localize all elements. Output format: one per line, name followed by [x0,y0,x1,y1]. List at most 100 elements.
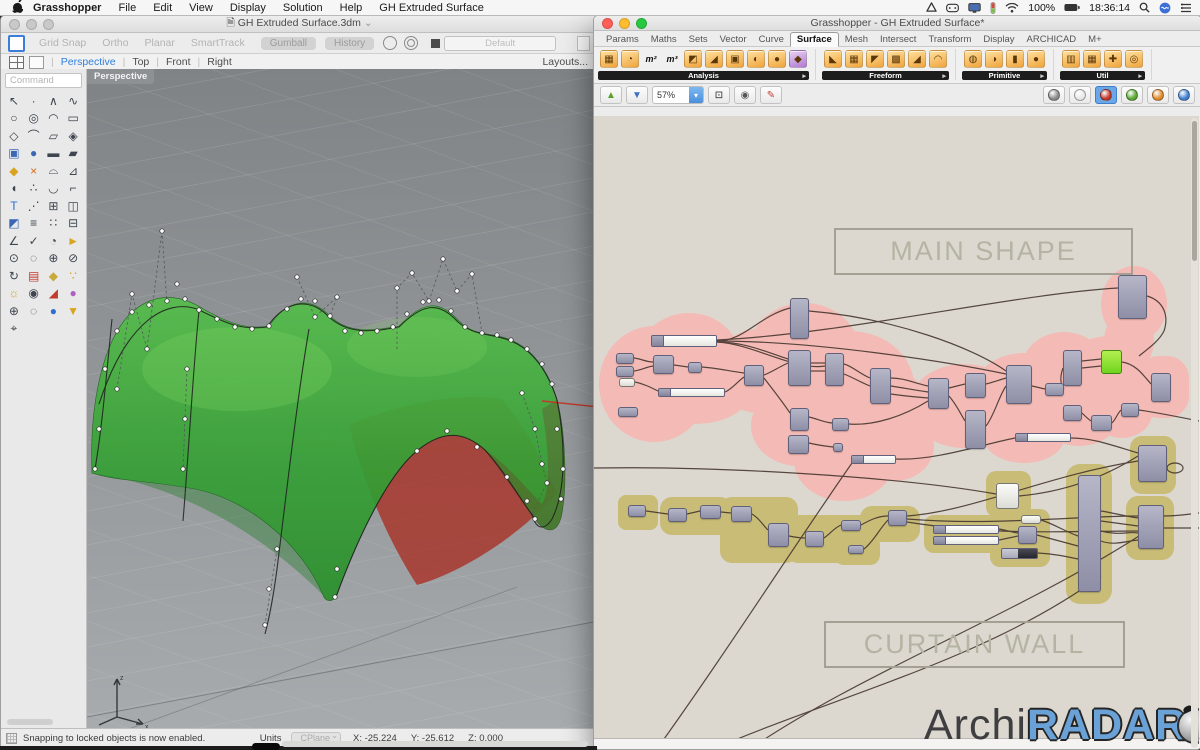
component[interactable] [731,506,752,522]
menu-file[interactable]: File [118,2,136,14]
control-point[interactable] [285,307,289,311]
tool-chamfer[interactable]: ⌐ [63,180,83,198]
component[interactable] [688,362,702,373]
tool-ellipse[interactable]: ◎ [24,110,44,128]
zoom-extents-button[interactable]: ⊡ [708,86,730,104]
viewport-tab-front[interactable]: Front [166,56,191,68]
control-point[interactable] [181,467,185,471]
control-point[interactable] [550,382,554,386]
component[interactable] [1045,383,1064,396]
gh-component-extrude-icon[interactable]: ◣ [824,50,842,68]
control-point[interactable] [415,449,419,453]
toggle-smarttrack[interactable]: SmartTrack [191,37,245,49]
notification-center-icon[interactable] [1180,3,1192,13]
control-point[interactable] [359,331,363,335]
render-preview-button[interactable] [1147,86,1169,104]
tool-boolean-union[interactable]: ◆ [4,162,24,180]
tool-point-cloud[interactable]: ⋰ [24,197,44,215]
component[interactable] [965,373,986,398]
menu-edit[interactable]: Edit [153,2,172,14]
control-point[interactable] [145,347,149,351]
component[interactable] [668,508,687,522]
control-point[interactable] [147,303,151,307]
component[interactable] [870,368,891,404]
control-point[interactable] [275,547,279,551]
component[interactable] [1063,405,1082,421]
tool-trim[interactable]: ⌓ [44,162,64,180]
control-point[interactable] [437,298,441,302]
tool-split[interactable]: ⊿ [63,162,83,180]
filter-icon[interactable] [404,36,418,50]
control-point[interactable] [375,329,379,333]
number-slider[interactable] [933,525,999,534]
preview-visibility-button[interactable]: ◉ [734,86,756,104]
control-point[interactable] [509,338,513,342]
gh-component-cylinder-icon[interactable]: ▮ [1006,50,1024,68]
control-point[interactable] [561,467,565,471]
component[interactable] [1138,445,1167,482]
gh-tab-transform[interactable]: Transform [922,33,977,46]
zoom-level-field[interactable]: 57% ▾ [652,86,704,104]
control-point[interactable] [455,289,459,293]
gh-tab-archicad[interactable]: ARCHICAD [1021,33,1083,46]
tool-shade[interactable]: ◆ [44,267,64,285]
title-chevron-icon[interactable]: ⌄ [364,17,373,29]
tool-sphere[interactable]: ● [24,145,44,163]
control-point[interactable] [343,329,347,333]
control-point[interactable] [559,497,563,501]
tool-zoom[interactable]: ⊙ [4,250,24,268]
gh-tab-params[interactable]: Params [600,33,645,46]
number-slider[interactable] [658,388,725,397]
gh-component-deconstruct-brep-icon[interactable]: ◔ [621,50,639,68]
apple-menu-icon[interactable] [12,0,23,16]
toggle-planar[interactable]: Planar [145,37,175,49]
menu-grasshopper[interactable]: Grasshopper [33,2,101,14]
tool-light[interactable]: ☼ [4,285,24,303]
gh-component-loft-icon[interactable]: ▦ [845,50,863,68]
control-point[interactable] [97,427,101,431]
component[interactable] [825,353,844,386]
gh-component-offset-surface-icon[interactable]: ▥ [1062,50,1080,68]
tool-boolean-difference[interactable]: × [24,162,44,180]
preview-selected-button[interactable] [1121,86,1143,104]
tool-circle[interactable]: ○ [4,110,24,128]
control-point[interactable] [267,587,271,591]
gh-component-flip-icon[interactable]: ✚ [1104,50,1122,68]
component[interactable] [1151,373,1171,402]
control-point[interactable] [449,309,453,313]
tool-blend-surface[interactable]: ◖ [4,180,24,198]
control-point[interactable] [103,367,107,371]
number-slider[interactable] [933,536,999,545]
perspective-viewport[interactable]: Perspective [87,69,598,729]
viewport-tab-perspective[interactable]: Perspective [61,56,116,68]
tool-group[interactable]: ∴ [24,180,44,198]
menu-view[interactable]: View [189,2,213,14]
boolean-toggle[interactable] [1001,548,1038,559]
gh-group-label-analysis[interactable]: Analysis▸ [598,71,809,80]
control-point[interactable] [233,325,237,329]
control-point[interactable] [313,299,317,303]
gh-component-sphere-icon[interactable]: ◍ [964,50,982,68]
sidebar-scrollbar[interactable] [7,719,53,725]
rhino-titlebar[interactable]: 🗎 GH Extruded Surface.3dm ⌄ [1,16,598,33]
control-point[interactable] [160,229,164,233]
four-viewports-icon[interactable] [9,56,24,69]
component[interactable] [1121,403,1139,417]
menu-help[interactable]: Help [340,2,363,14]
control-point[interactable] [328,314,332,318]
control-point[interactable] [335,567,339,571]
tool-render[interactable]: ◢ [44,285,64,303]
tool-mirror[interactable]: ◫ [63,197,83,215]
gh-tab-surface[interactable]: Surface [790,32,839,47]
control-point[interactable] [183,417,187,421]
gh-tab-display[interactable]: Display [977,33,1020,46]
selected-component[interactable] [1101,350,1122,374]
component[interactable] [1063,350,1082,386]
single-viewport-icon[interactable] [29,56,44,69]
toggle-grid-snap[interactable]: Grid Snap [39,37,86,49]
control-point[interactable] [525,347,529,351]
control-point[interactable] [185,367,189,371]
control-point[interactable] [427,299,431,303]
component[interactable] [965,410,986,449]
gh-component-surface-curvature-icon[interactable]: ◆ [789,50,807,68]
